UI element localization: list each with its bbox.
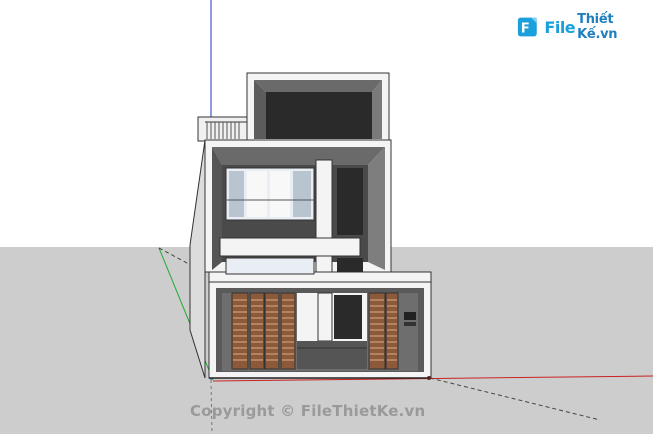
ground-floor-step [297,341,367,369]
origin-marker [427,376,431,380]
file-logo-icon: F [517,17,537,37]
sketchup-viewport[interactable]: F File Thiết Kế.vn Copyright © FileThiet… [0,0,653,434]
logo-file-text: File [544,17,576,37]
rooftop-dark-screen [266,92,372,139]
copyright-watermark: Copyright © FileThietKe.vn [190,402,426,420]
house-model[interactable] [0,0,653,434]
logo-name-text: Thiết Kế.vn [577,12,618,42]
cross-horizontal [219,237,361,257]
filethietke-logo: F File Thiết Kế.vn [516,12,653,42]
cross-vertical [315,159,333,279]
second-floor-frame [212,147,385,165]
svg-text:F: F [521,22,530,37]
left-wooden-doors [231,292,296,370]
right-wooden-doors [368,292,399,370]
second-floor-dark-panel [337,168,363,235]
rooftop-frame [254,80,382,92]
left-side-wall [189,139,206,379]
red-axis-dashed [429,377,601,421]
house-number-plate [404,312,416,320]
